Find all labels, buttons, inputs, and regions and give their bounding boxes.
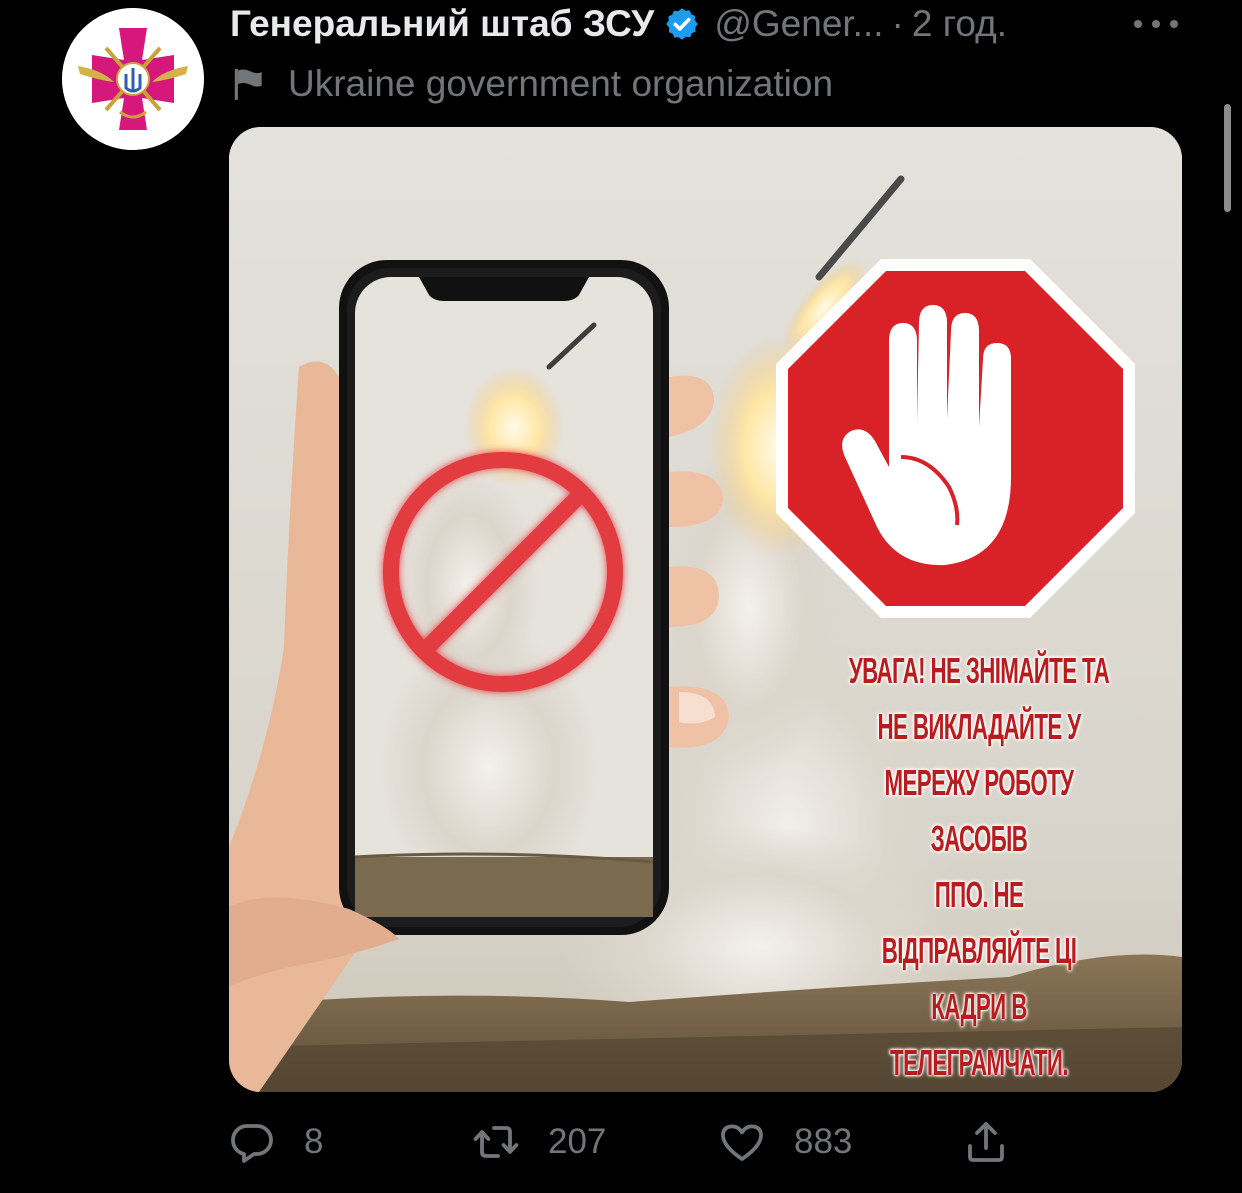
retweet-count: 207 — [548, 1122, 607, 1161]
like-count: 883 — [794, 1122, 853, 1161]
more-dots-icon[interactable] — [1134, 6, 1178, 42]
tweet-time[interactable]: 2 год. — [912, 3, 1007, 45]
warning-line: МЕРЕЖУ РОБОТУ ЗАСОБІВ — [884, 762, 1075, 859]
share-button[interactable] — [962, 1112, 1010, 1172]
author-name[interactable]: Генеральний штаб ЗСУ — [230, 3, 654, 45]
tweet-header: Генеральний штаб ЗСУ @Gener... · 2 год. — [230, 0, 1190, 48]
retweet-button[interactable]: 207 — [472, 1112, 606, 1172]
warning-line: КАДРИ В ТЕЛЕГРАМЧАТИ. — [890, 986, 1068, 1083]
reply-icon — [228, 1118, 276, 1166]
warning-line: УВАГА! НЕ ЗНІМАЙТЕ ТА — [848, 650, 1110, 691]
like-button[interactable]: 883 — [718, 1112, 852, 1172]
flag-icon — [230, 64, 268, 104]
warning-line: ППО. НЕ ВІДПРАВЛЯЙТЕ ЦІ — [881, 874, 1077, 971]
general-staff-emblem-icon — [62, 8, 204, 150]
avatar[interactable] — [62, 8, 204, 150]
retweet-icon — [472, 1118, 520, 1166]
affiliation-label-text[interactable]: Ukraine government organization — [288, 63, 833, 105]
media-warning-text: УВАГА! НЕ ЗНІМАЙТЕ ТА НЕ ВИКЛАДАЙТЕ У МЕ… — [848, 643, 1110, 1091]
verified-badge-icon — [664, 6, 700, 42]
heart-icon — [718, 1118, 766, 1166]
author-handle[interactable]: @Gener... — [714, 3, 883, 45]
reply-count: 8 — [304, 1122, 324, 1161]
affiliation-label: Ukraine government organization — [230, 60, 833, 108]
warning-line: НЕ ВИКЛАДАЙТЕ У — [877, 706, 1082, 747]
tweet-actions: 8 207 883 — [228, 1112, 1028, 1172]
share-icon — [962, 1118, 1010, 1166]
tweet-media[interactable]: УВАГА! НЕ ЗНІМАЙТЕ ТА НЕ ВИКЛАДАЙТЕ У МЕ… — [229, 127, 1182, 1092]
separator-dot: · — [891, 3, 904, 44]
reply-button[interactable]: 8 — [228, 1112, 323, 1172]
scrollbar[interactable] — [1224, 104, 1231, 212]
